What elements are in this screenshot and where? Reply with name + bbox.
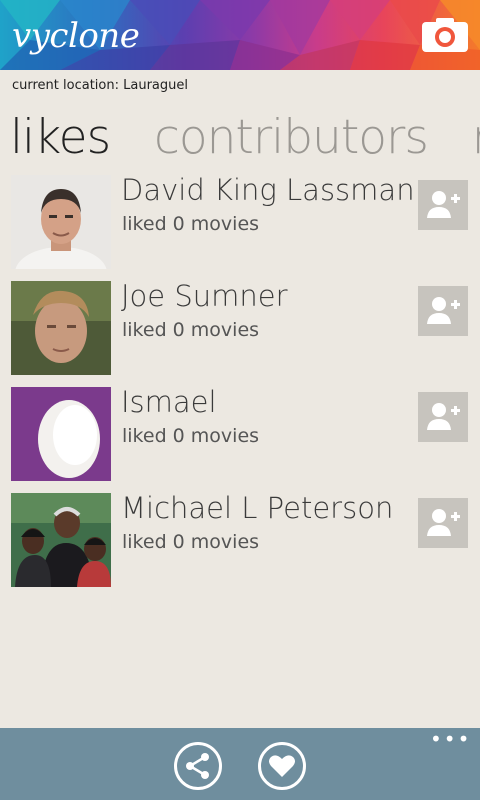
user-subtitle: liked 0 movies [122,319,260,341]
user-name: Michael L Peterson [121,491,394,525]
add-person-icon [427,403,460,430]
list-item[interactable]: Ismael liked 0 movies [0,385,480,493]
camera-button[interactable] [420,16,470,54]
user-name: Ismael [121,385,217,419]
avatar [11,175,111,269]
add-person-icon [427,297,460,324]
app-bar: ••• [0,728,480,800]
share-icon [186,753,209,779]
camera-icon [422,18,468,52]
user-subtitle: liked 0 movies [122,213,260,235]
avatar [11,387,111,481]
add-friend-button[interactable] [418,498,468,548]
app-logo: vyclone [12,16,140,56]
heart-icon [269,755,295,777]
more-menu-button[interactable]: ••• [430,729,469,749]
current-location: current location: Lauraguel [12,78,188,93]
tab-contributors[interactable]: contributors [154,110,429,165]
avatar [11,281,111,375]
list-item[interactable]: Michael L Peterson liked 0 movies [0,491,480,599]
user-name: David King Lassman [121,173,415,207]
add-person-icon [427,509,460,536]
add-friend-button[interactable] [418,286,468,336]
user-subtitle: liked 0 movies [122,425,260,447]
add-friend-button[interactable] [418,392,468,442]
share-button[interactable] [174,742,222,790]
user-list: David King Lassman liked 0 movies Joe Su… [0,173,480,599]
list-item[interactable]: David King Lassman liked 0 movies [0,173,480,281]
tab-likes[interactable]: likes [10,110,111,165]
list-item[interactable]: Joe Sumner liked 0 movies [0,279,480,387]
add-friend-button[interactable] [418,180,468,230]
pivot-tabs: likes contributors r [10,110,480,170]
app-header: vyclone [0,0,480,70]
avatar [11,493,111,587]
like-button[interactable] [258,742,306,790]
tab-next[interactable]: r [472,110,480,165]
user-name: Joe Sumner [121,279,288,313]
add-person-icon [427,191,460,218]
user-subtitle: liked 0 movies [122,531,260,553]
